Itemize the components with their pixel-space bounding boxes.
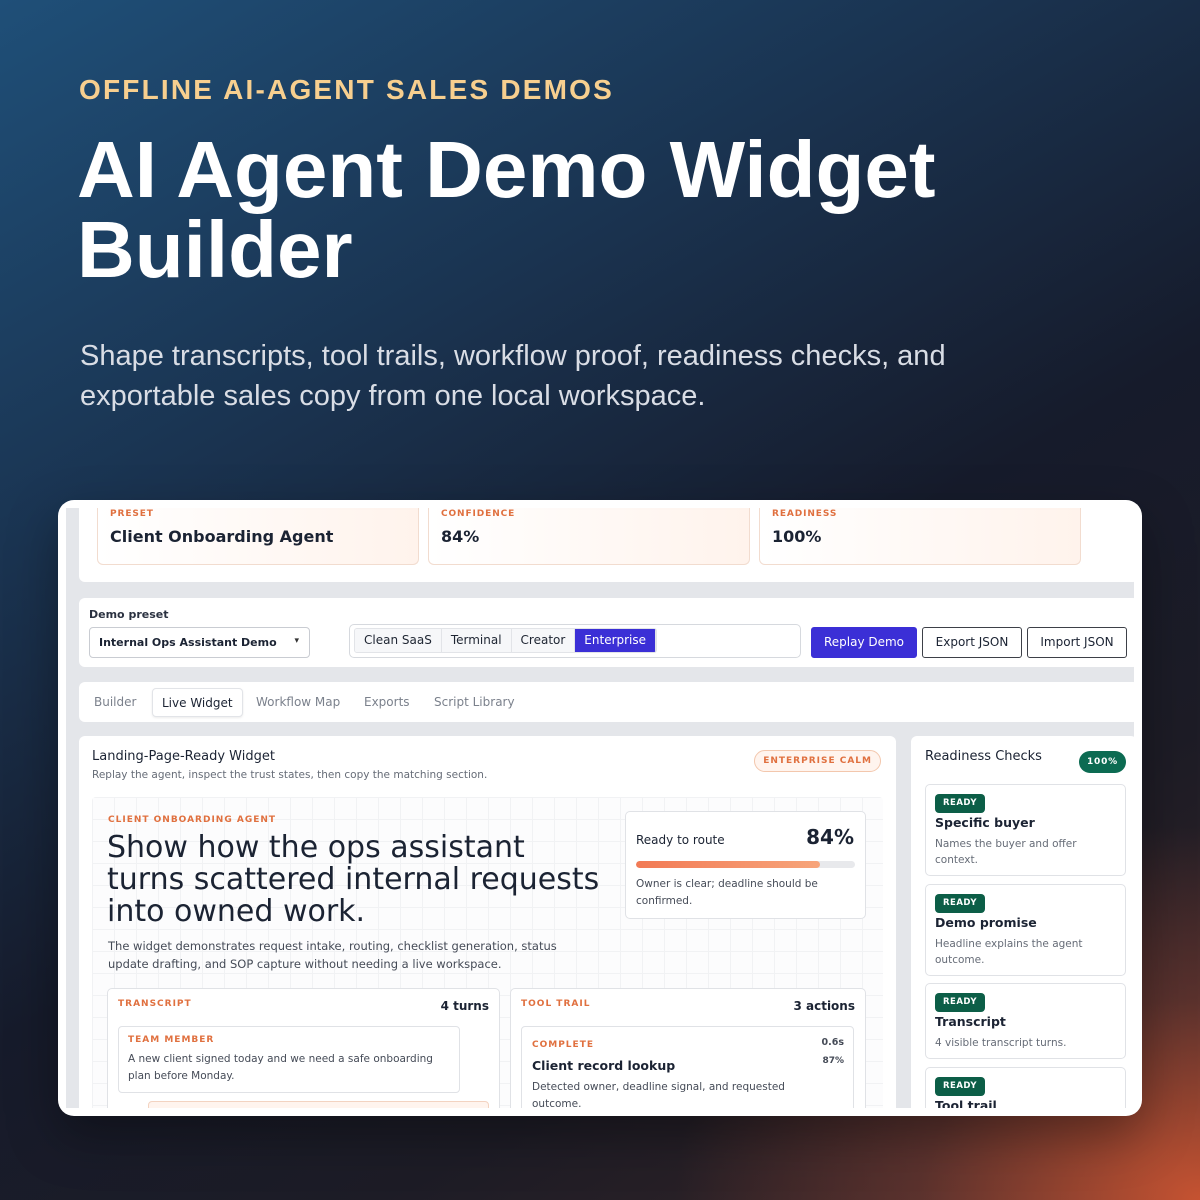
check-status-badge: READY bbox=[935, 794, 986, 813]
stat-label: READINESS bbox=[772, 509, 838, 519]
tab-bar: Builder Live Widget Workflow Map Exports… bbox=[79, 682, 1134, 722]
app-workspace: PRESET Client Onboarding Agent CONFIDENC… bbox=[66, 508, 1134, 1108]
check-name: Tool trail bbox=[935, 1098, 997, 1108]
preset-label: Demo preset bbox=[89, 608, 169, 621]
tool-trail-card: TOOL TRAIL 3 actions COMPLETE 0.6s 87% C… bbox=[510, 988, 866, 1108]
theme-option-clean-saas[interactable]: Clean SaaS bbox=[355, 629, 442, 652]
readiness-check-item: READY Specific buyer Names the buyer and… bbox=[925, 784, 1126, 876]
route-value: 84% bbox=[806, 825, 854, 849]
widget-headline: Show how the ops assistant turns scatter… bbox=[107, 830, 600, 929]
theme-segments: Clean SaaS Terminal Creator Enterprise bbox=[354, 628, 658, 653]
stat-card-readiness: READINESS 100% bbox=[759, 508, 1081, 565]
tool-step: COMPLETE 0.6s 87% Client record lookup D… bbox=[521, 1026, 854, 1108]
tool-trail-count: 3 actions bbox=[793, 999, 855, 1013]
preset-select-value: Internal Ops Assistant Demo bbox=[99, 636, 277, 649]
controls-panel: Demo preset Internal Ops Assistant Demo … bbox=[79, 598, 1134, 667]
stat-card-preset: PRESET Client Onboarding Agent bbox=[97, 508, 419, 565]
stat-card-confidence: CONFIDENCE 84% bbox=[428, 508, 750, 565]
transcript-count: 4 turns bbox=[440, 999, 489, 1013]
transcript-message-next bbox=[148, 1101, 489, 1108]
agent-eyebrow: CLIENT ONBOARDING AGENT bbox=[108, 815, 277, 825]
import-json-button[interactable]: Import JSON bbox=[1027, 627, 1127, 658]
transcript-card: TRANSCRIPT 4 turns TEAM MEMBER A new cli… bbox=[107, 988, 500, 1108]
readiness-check-item: READY Demo promise Headline explains the… bbox=[925, 884, 1126, 976]
message-text: A new client signed today and we need a … bbox=[128, 1053, 433, 1082]
step-name: Client record lookup bbox=[532, 1058, 676, 1073]
transcript-message: TEAM MEMBER A new client signed today an… bbox=[118, 1026, 460, 1093]
stat-label: CONFIDENCE bbox=[441, 509, 516, 519]
step-status: COMPLETE bbox=[532, 1040, 594, 1050]
route-note: Owner is clear; deadline should be confi… bbox=[636, 878, 818, 907]
widget-panel-title: Landing-Page-Ready Widget bbox=[92, 749, 275, 764]
check-status-badge: READY bbox=[935, 894, 986, 913]
tab-builder[interactable]: Builder bbox=[85, 688, 145, 717]
tab-script-library[interactable]: Script Library bbox=[425, 688, 524, 717]
hero-title: AI Agent Demo Widget Builder bbox=[77, 125, 936, 294]
check-name: Transcript bbox=[935, 1014, 1006, 1029]
chevron-down-icon: ▾ bbox=[294, 636, 299, 646]
readiness-check-item: READY Transcript 4 visible transcript tu… bbox=[925, 983, 1126, 1059]
hero-eyebrow: OFFLINE AI-AGENT SALES DEMOS bbox=[79, 74, 615, 105]
tool-trail-title: TOOL TRAIL bbox=[521, 999, 591, 1009]
transcript-title: TRANSCRIPT bbox=[118, 999, 192, 1009]
check-description: Names the buyer and offer context. bbox=[935, 838, 1077, 866]
check-description: Headline explains the agent outcome. bbox=[935, 938, 1083, 966]
route-label: Ready to route bbox=[636, 833, 725, 847]
stat-value: 84% bbox=[441, 527, 480, 546]
theme-option-enterprise[interactable]: Enterprise bbox=[575, 629, 657, 652]
message-role: TEAM MEMBER bbox=[128, 1035, 215, 1045]
check-status-badge: READY bbox=[935, 1077, 986, 1096]
check-name: Specific buyer bbox=[935, 815, 1035, 830]
route-progress-fill bbox=[636, 861, 820, 868]
tab-workflow-map[interactable]: Workflow Map bbox=[247, 688, 349, 717]
readiness-badge: 100% bbox=[1079, 751, 1126, 773]
live-widget-panel: Landing-Page-Ready Widget Replay the age… bbox=[79, 736, 896, 1108]
step-duration: 0.6s bbox=[821, 1037, 844, 1048]
stats-panel: PRESET Client Onboarding Agent CONFIDENC… bbox=[79, 508, 1134, 582]
step-confidence: 87% bbox=[822, 1056, 844, 1066]
app-screenshot-frame: PRESET Client Onboarding Agent CONFIDENC… bbox=[58, 500, 1142, 1116]
theme-option-terminal[interactable]: Terminal bbox=[441, 629, 512, 652]
route-progress-bar bbox=[636, 861, 855, 868]
check-description: 4 visible transcript turns. bbox=[935, 1037, 1067, 1049]
stat-label: PRESET bbox=[110, 509, 154, 519]
hero-subtitle: Shape transcripts, tool trails, workflow… bbox=[80, 340, 946, 412]
tab-exports[interactable]: Exports bbox=[355, 688, 419, 717]
theme-badge: ENTERPRISE CALM bbox=[754, 750, 881, 772]
check-name: Demo promise bbox=[935, 915, 1037, 930]
readiness-check-item: READY Tool trail bbox=[925, 1067, 1126, 1108]
widget-panel-description: Replay the agent, inspect the trust stat… bbox=[92, 769, 488, 781]
export-json-button[interactable]: Export JSON bbox=[922, 627, 1022, 658]
stat-value: 100% bbox=[772, 527, 822, 546]
step-description: Detected owner, deadline signal, and req… bbox=[532, 1081, 785, 1108]
route-readiness-card: Ready to route 84% Owner is clear; deadl… bbox=[625, 811, 866, 919]
theme-option-creator[interactable]: Creator bbox=[511, 629, 576, 652]
replay-demo-button[interactable]: Replay Demo bbox=[811, 627, 917, 658]
readiness-panel: Readiness Checks 100% READY Specific buy… bbox=[911, 736, 1134, 1108]
preset-select[interactable]: Internal Ops Assistant Demo ▾ bbox=[89, 627, 310, 658]
widget-body: The widget demonstrates request intake, … bbox=[108, 939, 557, 971]
tab-live-widget[interactable]: Live Widget bbox=[152, 688, 243, 717]
theme-switcher: Clean SaaS Terminal Creator Enterprise bbox=[349, 624, 801, 658]
widget-preview: CLIENT ONBOARDING AGENT Show how the ops… bbox=[92, 797, 883, 1108]
stat-value: Client Onboarding Agent bbox=[110, 527, 334, 546]
readiness-title: Readiness Checks bbox=[925, 749, 1042, 764]
check-status-badge: READY bbox=[935, 993, 986, 1012]
